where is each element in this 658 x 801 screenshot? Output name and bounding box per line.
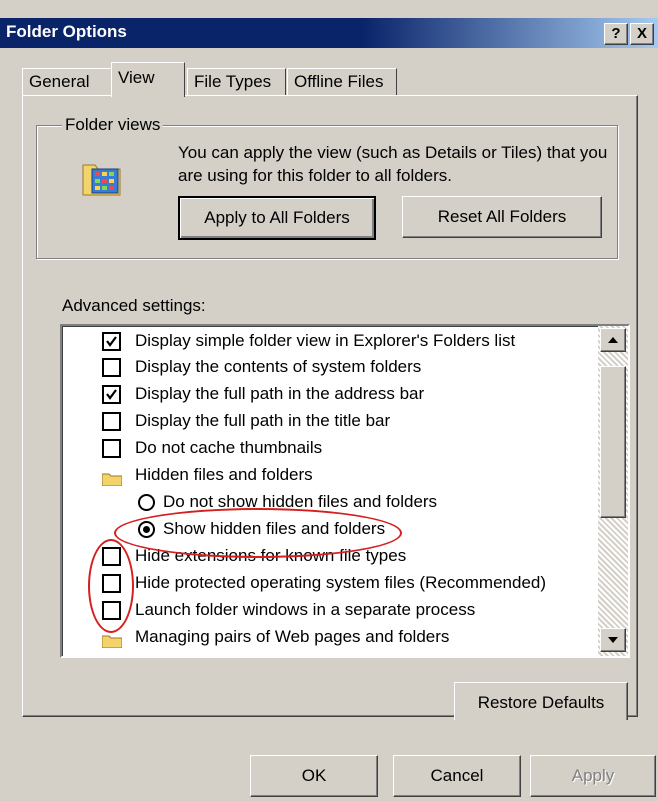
advanced-settings-list[interactable]: Display simple folder view in Explorer's…	[60, 324, 630, 658]
list-item-label: Launch folder windows in a separate proc…	[135, 600, 476, 619]
list-item[interactable]: Managing pairs of Web pages and folders	[101, 624, 450, 650]
close-button[interactable]: X	[630, 23, 654, 45]
folder-views-label: Folder views	[62, 115, 164, 135]
title-bar[interactable]: Folder Options ? X	[0, 18, 658, 48]
list-item[interactable]: Hidden files and folders	[101, 462, 313, 488]
folder-views-description: You can apply the view (such as Details …	[178, 143, 608, 185]
scroll-down-button[interactable]	[600, 628, 626, 652]
list-item-label: Display the full path in the address bar	[135, 384, 425, 403]
list-item[interactable]: Display simple folder view in Explorer's…	[102, 328, 515, 354]
restore-defaults-button[interactable]: Restore Defaults	[454, 682, 628, 724]
list-item-label: Managing pairs of Web pages and folders	[135, 627, 450, 646]
folder-views-icon	[80, 155, 124, 199]
list-item-label: Display the contents of system folders	[135, 357, 422, 376]
list-item[interactable]: Hide protected operating system files (R…	[102, 570, 546, 596]
tab-file-types[interactable]: File Types	[187, 68, 286, 95]
apply-to-all-folders-button[interactable]: Apply to All Folders	[178, 196, 376, 240]
vertical-scrollbar[interactable]	[598, 326, 628, 656]
reset-all-folders-button[interactable]: Reset All Folders	[402, 196, 602, 238]
tab-general[interactable]: General	[22, 68, 112, 95]
apply-button[interactable]: Apply	[530, 755, 656, 797]
list-item-label: Hide protected operating system files (R…	[135, 573, 547, 592]
ok-button[interactable]: OK	[250, 755, 378, 797]
tab-view[interactable]: View	[111, 62, 185, 97]
folder-options-dialog: Folder Options ? X General View File Typ…	[0, 0, 658, 801]
list-item[interactable]: Display the contents of system folders	[102, 354, 421, 380]
arrow-up-icon	[608, 337, 618, 343]
list-item-label: Hidden files and folders	[135, 465, 313, 484]
checkbox[interactable]	[102, 332, 121, 351]
list-item[interactable]: Display the full path in the address bar	[102, 381, 424, 407]
tab-offline-files[interactable]: Offline Files	[287, 68, 397, 95]
checkbox[interactable]	[102, 412, 121, 431]
scroll-up-button[interactable]	[600, 328, 626, 352]
help-button[interactable]: ?	[604, 23, 628, 45]
annotation-ellipse-checkboxes	[88, 539, 134, 633]
list-item-label: Display the full path in the title bar	[135, 411, 391, 430]
window-title: Folder Options	[6, 22, 127, 41]
list-item-label: Do not cache thumbnails	[135, 438, 323, 457]
checkbox[interactable]	[102, 358, 121, 377]
list-item-label: Display simple folder view in Explorer's…	[135, 331, 516, 350]
radio-button[interactable]	[138, 494, 155, 511]
cancel-button[interactable]: Cancel	[393, 755, 521, 797]
arrow-down-icon	[608, 637, 618, 643]
scroll-thumb[interactable]	[600, 366, 626, 518]
list-item[interactable]: Display the full path in the title bar	[102, 408, 390, 434]
checkbox[interactable]	[102, 439, 121, 458]
list-item[interactable]: Do not cache thumbnails	[102, 435, 322, 461]
checkbox[interactable]	[102, 385, 121, 404]
folder-icon	[101, 468, 123, 487]
advanced-settings-label: Advanced settings:	[62, 296, 206, 315]
annotation-ellipse-show-hidden	[114, 508, 402, 558]
list-item[interactable]: Launch folder windows in a separate proc…	[102, 597, 475, 623]
